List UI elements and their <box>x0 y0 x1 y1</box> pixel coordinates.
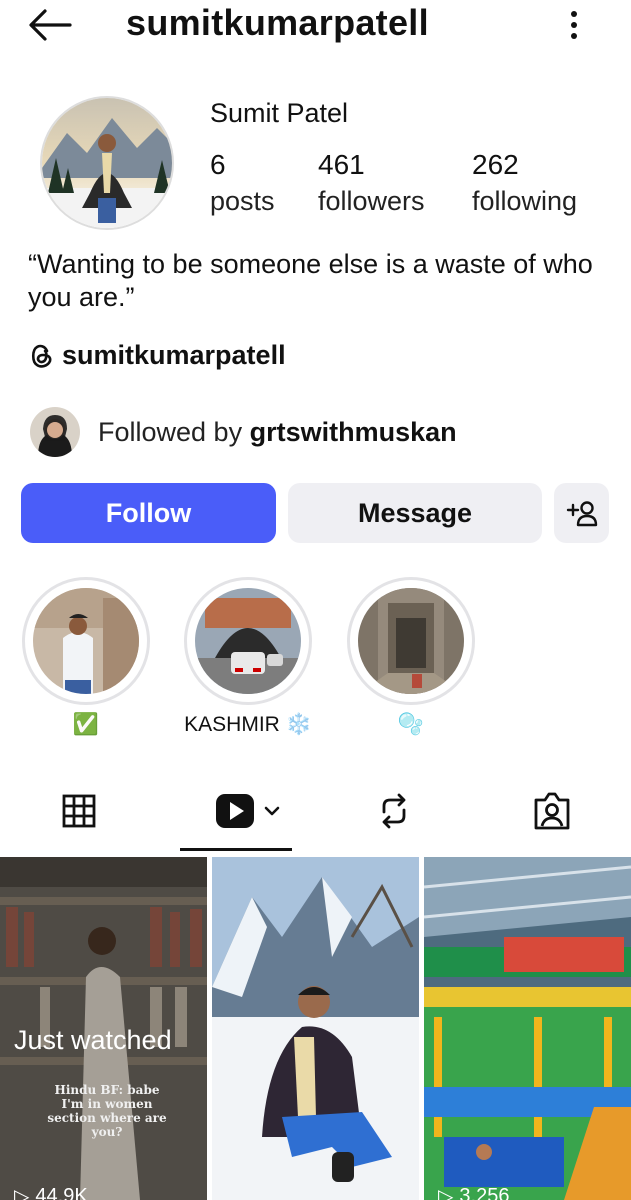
highlight-1[interactable] <box>22 577 150 705</box>
active-tab-indicator <box>180 848 292 851</box>
reel-thumbnail-3[interactable]: ▷ 3,256 <box>424 857 631 1200</box>
threads-link[interactable]: sumitkumarpatell <box>28 340 286 371</box>
views-count-1: ▷ 44.9K <box>14 1184 88 1200</box>
views-icon: ▷ <box>14 1186 30 1200</box>
threads-handle: sumitkumarpatell <box>62 340 286 370</box>
reels-icon[interactable] <box>214 790 286 832</box>
followers-count: 461 <box>318 149 365 180</box>
highlight-3-label: 🫧 <box>397 713 425 736</box>
views-icon: ▷ <box>438 1186 454 1200</box>
following-stat[interactable]: 262 following <box>472 148 577 220</box>
reel-overlay-text: Hindu BF: babe I'm in women section wher… <box>47 1083 167 1139</box>
posts-stat[interactable]: 6 posts <box>210 148 275 220</box>
more-options-icon[interactable] <box>562 8 586 42</box>
following-count: 262 <box>472 149 519 180</box>
grid-icon[interactable] <box>62 790 96 832</box>
suggested-accounts-button[interactable] <box>554 483 609 543</box>
highlight-3[interactable] <box>347 577 475 705</box>
following-label: following <box>472 186 578 216</box>
reel-thumbnail-1[interactable]: Just watched Hindu BF: babe I'm in women… <box>0 857 207 1200</box>
tagged-icon[interactable] <box>532 790 572 832</box>
add-person-icon <box>566 501 597 527</box>
posts-label: posts <box>210 186 275 216</box>
just-watched-label: Just watched <box>14 1025 172 1055</box>
profile-full-name: Sumit Patel <box>210 98 349 128</box>
followed-by-user[interactable]: grtswithmuskan <box>250 417 457 447</box>
views-count-3: ▷ 3,256 <box>438 1184 509 1200</box>
back-arrow-icon[interactable] <box>28 8 72 42</box>
profile-avatar[interactable] <box>40 96 174 230</box>
threads-icon <box>31 344 52 368</box>
followers-label: followers <box>318 186 425 216</box>
mutual-avatar <box>30 407 80 457</box>
profile-bio: “Wanting to be someone else is a waste o… <box>28 249 593 312</box>
message-button[interactable]: Message <box>288 483 542 543</box>
reel-thumbnail-2[interactable] <box>212 857 419 1200</box>
followers-stat[interactable]: 461 followers <box>318 148 425 220</box>
highlight-2[interactable] <box>184 577 312 705</box>
posts-count: 6 <box>210 149 226 180</box>
follow-button[interactable]: Follow <box>21 483 276 543</box>
reposts-icon[interactable] <box>376 790 412 832</box>
header-username: sumitkumarpatell <box>126 2 429 43</box>
followed-by[interactable]: Followed by grtswithmuskan <box>30 407 457 457</box>
followed-by-prefix: Followed by <box>98 416 250 447</box>
